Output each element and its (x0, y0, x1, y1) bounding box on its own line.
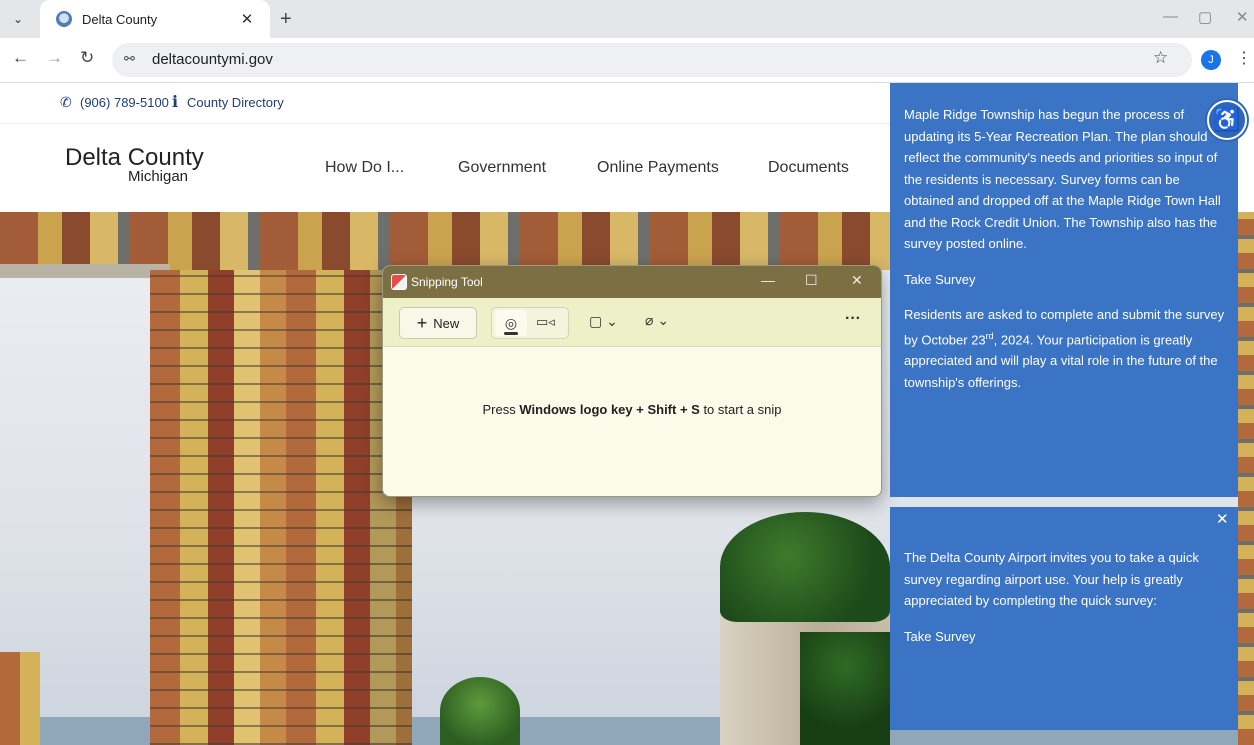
snipping-tool-toolbar: + New ◎ ▭◃ ▢ ⌄ ⌀ ⌄ ··· (383, 298, 881, 347)
back-icon[interactable]: ← (12, 48, 29, 68)
forward-icon[interactable]: → (46, 48, 63, 68)
more-options-icon[interactable]: ··· (845, 310, 861, 328)
phone-icon: ✆ (60, 94, 72, 110)
avatar[interactable]: J (1201, 50, 1221, 70)
notice-panel-recreation: Maple Ridge Township has begun the proce… (890, 83, 1238, 497)
tab-title: Delta County (82, 11, 158, 27)
plus-icon: + (416, 313, 428, 333)
snipping-tool-window[interactable]: Snipping Tool — ☐ ✕ + New ◎ ▭◃ ▢ ⌄ ⌀ ⌄ ·… (382, 265, 882, 497)
info-icon: i (172, 92, 179, 111)
nav-government[interactable]: Government (458, 159, 546, 177)
snipping-tool-icon (391, 274, 407, 290)
address-bar[interactable]: ⚯ deltacountymi.gov (112, 43, 1192, 77)
site-info-icon[interactable]: ⚯ (124, 51, 135, 67)
snip-shape-dropdown-icon[interactable]: ▢ ⌄ (589, 313, 618, 330)
county-directory-link[interactable]: County Directory (187, 95, 284, 110)
browser-toolbar: ← → ↻ ⚯ deltacountymi.gov ☆ J ⋮ (0, 38, 1254, 83)
notice-text: Maple Ridge Township has begun the proce… (904, 107, 1221, 251)
maximize-icon[interactable]: ☐ (805, 272, 818, 289)
accessibility-icon[interactable]: ♿ (1207, 100, 1247, 140)
notice-deadline-text: Residents are asked to complete and subm… (904, 307, 1225, 390)
minimize-icon[interactable]: — (761, 272, 775, 288)
phone-link[interactable]: (906) 789-5100 (80, 95, 169, 110)
nav-how-do-i[interactable]: How Do I... (325, 159, 404, 177)
hero-forest (720, 512, 890, 622)
snipping-tool-title: Snipping Tool (411, 275, 483, 289)
nav-documents[interactable]: Documents (768, 159, 849, 177)
site-topbar: ✆ (906) 789-5100 i County Directory (0, 83, 890, 124)
selected-indicator (504, 332, 518, 335)
window-close-icon[interactable]: ✕ (1236, 8, 1249, 26)
notice-text: The Delta County Airport invites you to … (904, 550, 1199, 608)
take-survey-link[interactable]: Take Survey (904, 269, 1226, 291)
hero-window-sill (0, 264, 170, 278)
plus-icon[interactable]: + (280, 6, 292, 32)
hero-brick-right (1238, 212, 1254, 745)
new-snip-label: New (433, 315, 460, 331)
nav-online-payments[interactable]: Online Payments (597, 159, 719, 177)
favicon-icon (56, 11, 72, 27)
site-header: Delta County Michigan How Do I... Govern… (0, 124, 890, 212)
close-icon[interactable]: ✕ (1216, 509, 1229, 531)
browser-tab[interactable]: Delta County ✕ (40, 0, 270, 38)
hero-tree (440, 677, 520, 745)
star-icon[interactable]: ☆ (1153, 48, 1168, 68)
restore-icon[interactable]: ▢ (1198, 8, 1212, 26)
snipping-tool-titlebar[interactable]: Snipping Tool — ☐ ✕ (383, 266, 881, 298)
snip-hint: Press Windows logo key + Shift + S to st… (482, 402, 782, 417)
notice-panel-airport: ✕ The Delta County Airport invites you t… (890, 507, 1238, 730)
minimize-icon[interactable]: — (1163, 8, 1178, 25)
hero-forest-lower (800, 632, 890, 745)
kebab-icon[interactable]: ⋮ (1236, 48, 1252, 68)
reload-icon[interactable]: ↻ (80, 48, 94, 68)
tab-menu-icon[interactable]: ⌄ (6, 6, 30, 32)
browser-tabstrip: ⌄ Delta County ✕ + — ▢ ✕ (0, 0, 1254, 38)
close-icon[interactable]: ✕ (236, 10, 258, 28)
logo-subtitle[interactable]: Michigan (128, 168, 188, 185)
hero-brick-edge (0, 652, 40, 745)
url-text[interactable]: deltacountymi.gov (152, 51, 273, 68)
capture-mode-toggle: ◎ ▭◃ (491, 307, 569, 339)
close-icon[interactable]: ✕ (851, 272, 863, 289)
video-icon[interactable]: ▭◃ (536, 314, 555, 330)
timer-off-dropdown-icon[interactable]: ⌀ ⌄ (645, 312, 669, 329)
new-snip-button[interactable]: + New (399, 307, 477, 339)
take-survey-link[interactable]: Take Survey (904, 626, 1226, 648)
